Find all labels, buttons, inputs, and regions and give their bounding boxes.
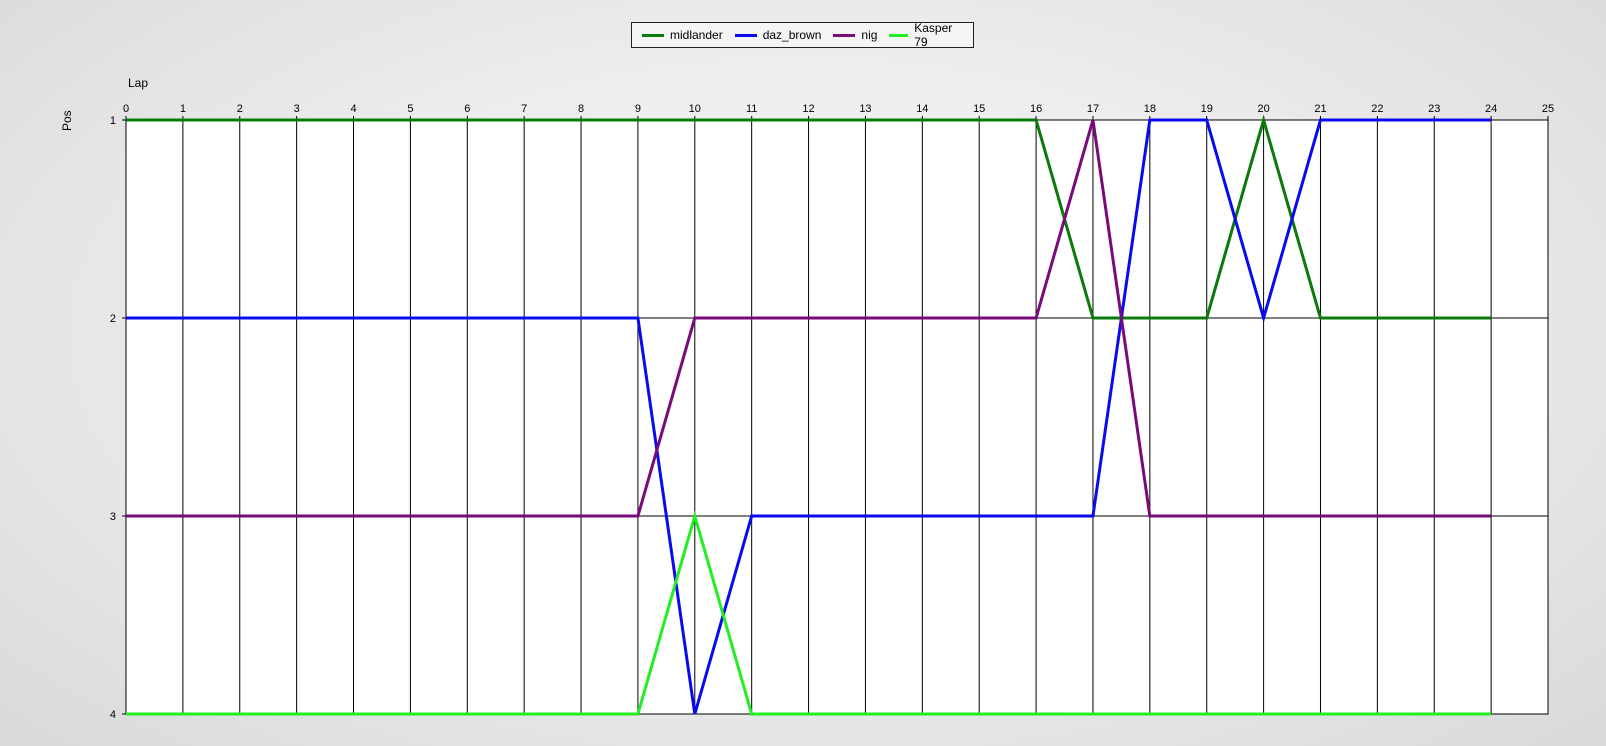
x-tick-label: 14 [916, 103, 928, 115]
x-tick-label: 19 [1201, 103, 1213, 115]
plot-area: 0 1 2 3 4 5 6 7 8 9 10 11 12 13 14 15 16 17 18 19 20 21 22 23 24… [110, 103, 1554, 721]
x-tick-label: 23 [1428, 103, 1440, 115]
x-tick-label: 5 [407, 103, 413, 115]
y-tick-label: 4 [110, 709, 116, 721]
x-tick-label: 15 [973, 103, 985, 115]
y-tick-label: 3 [110, 511, 116, 523]
plot-background [125, 119, 1549, 715]
x-tick-label: 4 [350, 103, 356, 115]
x-tick-label: 7 [521, 103, 527, 115]
x-tick-label: 22 [1371, 103, 1383, 115]
x-tick-label: 12 [802, 103, 814, 115]
x-tick-label: 10 [689, 103, 701, 115]
race-position-chart: midlander daz_brown nig Kasper 79 Lap Pos 0… [0, 0, 1606, 746]
x-tick-label: 21 [1314, 103, 1326, 115]
x-tick-label: 17 [1087, 103, 1099, 115]
x-tick-label: 1 [180, 103, 186, 115]
x-tick-label: 16 [1030, 103, 1042, 115]
x-tick-label: 8 [578, 103, 584, 115]
x-tick-label: 2 [237, 103, 243, 115]
x-tick-label: 6 [464, 103, 470, 115]
y-tick-label: 2 [110, 313, 116, 325]
x-tick-label: 9 [635, 103, 641, 115]
x-tick-label: 13 [859, 103, 871, 115]
x-tick-label: 25 [1542, 103, 1554, 115]
x-tick-label: 0 [123, 103, 129, 115]
x-tick-label: 11 [746, 103, 757, 115]
x-tick-label: 24 [1485, 103, 1497, 115]
x-tick-label: 3 [294, 103, 300, 115]
x-tick-label: 20 [1257, 103, 1269, 115]
y-tick-label: 1 [110, 115, 116, 127]
x-tick-label: 18 [1144, 103, 1156, 115]
